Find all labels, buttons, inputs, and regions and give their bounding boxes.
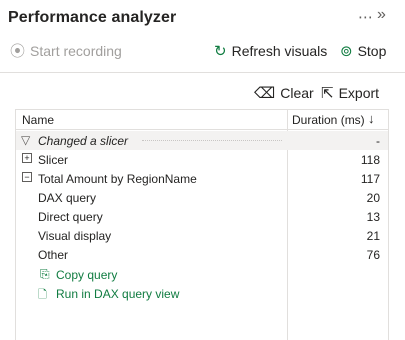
expand-icon[interactable]: +: [22, 153, 32, 163]
pane-header: Performance analyzer ⋯ »: [0, 0, 405, 36]
row-name: Direct query: [38, 210, 103, 224]
results-table: Name Duration (ms) ↓ ▽ Changed a slicer …: [15, 109, 389, 340]
row-duration: 21: [366, 229, 380, 243]
start-recording-label: Start recording: [30, 43, 122, 59]
stop-button[interactable]: ⊚ Stop: [340, 40, 386, 62]
row-name: Visual display: [38, 229, 112, 243]
results-toolbar: ⌫ Clear ⇱ Export: [0, 84, 405, 106]
filter-icon: ▽: [21, 133, 31, 147]
table-row-changed-slicer[interactable]: ▽ Changed a slicer -: [16, 131, 388, 150]
refresh-icon: ↻: [214, 42, 227, 60]
export-icon: ⇱: [321, 85, 334, 102]
row-separator-line: [142, 140, 282, 141]
row-duration: 117: [360, 172, 380, 186]
clear-button[interactable]: ⌫ Clear: [254, 84, 314, 102]
eraser-icon: ⌫: [254, 85, 276, 102]
more-options-icon[interactable]: ⋯: [358, 8, 374, 26]
start-recording-button[interactable]: ⦿ Start recording: [10, 40, 122, 62]
table-row-direct-query[interactable]: Direct query 13: [16, 207, 388, 226]
row-duration: 20: [366, 191, 380, 205]
copy-query-link[interactable]: ⎘ Copy query: [16, 265, 388, 284]
table-row-visual-display[interactable]: Visual display 21: [16, 226, 388, 245]
row-name: Changed a slicer: [38, 134, 129, 148]
refresh-visuals-label: Refresh visuals: [231, 43, 328, 59]
table-row-slicer[interactable]: + Slicer 118: [16, 150, 388, 169]
row-name: Other: [38, 248, 69, 262]
copy-query-label: Copy query: [56, 268, 118, 282]
stop-label: Stop: [357, 43, 387, 59]
stop-icon: ⊚: [340, 42, 353, 60]
table-row-dax-query[interactable]: DAX query 20: [16, 188, 388, 207]
row-name: DAX query: [38, 191, 97, 205]
performance-analyzer-pane: Performance analyzer ⋯ » ⦿ Start recordi…: [0, 0, 405, 340]
clear-label: Clear: [280, 85, 314, 101]
pane-title: Performance analyzer: [8, 9, 177, 26]
row-name: Slicer: [38, 153, 69, 167]
column-header-name[interactable]: Name: [22, 113, 54, 127]
run-dax-label: Run in DAX query view: [56, 287, 180, 301]
collapse-pane-icon[interactable]: »: [377, 6, 386, 24]
row-duration: 76: [366, 248, 380, 262]
refresh-visuals-button[interactable]: ↻ Refresh visuals: [214, 40, 327, 62]
export-button[interactable]: ⇱ Export: [321, 84, 379, 102]
row-duration: 118: [360, 153, 380, 167]
row-duration: -: [376, 134, 380, 148]
row-duration: 13: [366, 210, 380, 224]
collapse-icon[interactable]: −: [22, 172, 32, 182]
sort-descending-icon[interactable]: ↓: [368, 111, 375, 126]
dax-query-icon: 🗋: [38, 289, 47, 301]
table-row-total-amount[interactable]: − Total Amount by RegionName 117: [16, 169, 388, 188]
copy-icon: ⎘: [40, 267, 50, 281]
column-header-duration[interactable]: Duration (ms): [292, 113, 365, 127]
toolbar-divider: [0, 72, 405, 73]
record-icon: ⦿: [10, 42, 26, 60]
table-row-other[interactable]: Other 76: [16, 245, 388, 264]
row-name: Total Amount by RegionName: [38, 172, 197, 186]
export-label: Export: [338, 85, 380, 101]
recording-toolbar: ⦿ Start recording ↻ Refresh visuals ⊚ St…: [0, 36, 405, 66]
run-dax-query-link[interactable]: 🗋 Run in DAX query view: [16, 284, 388, 303]
table-header: Name Duration (ms) ↓: [16, 110, 388, 130]
